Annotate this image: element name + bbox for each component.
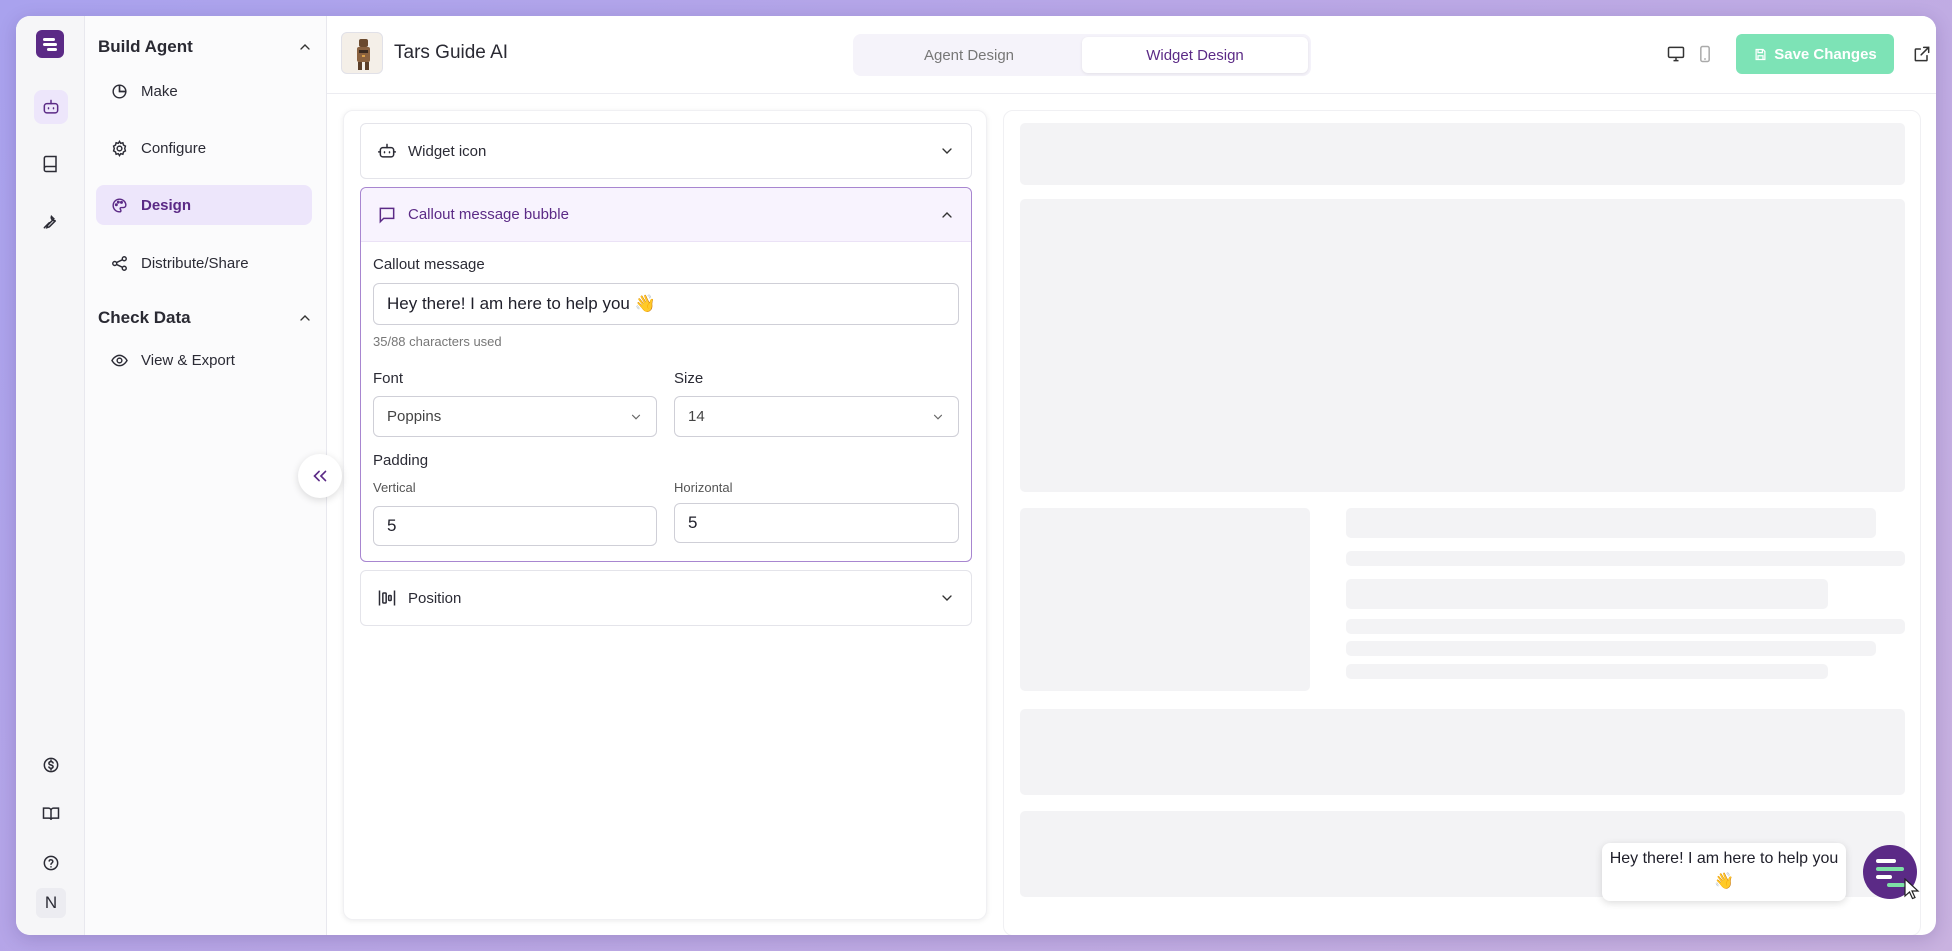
gear-icon — [112, 139, 127, 157]
accordion-position[interactable]: Position — [360, 570, 972, 626]
callout-bubble-preview[interactable]: Hey there! I am here to help you 👋 — [1602, 843, 1846, 901]
design-tabs: Agent Design Widget Design — [853, 34, 1311, 76]
app-logo-icon[interactable] — [36, 30, 64, 58]
accordion-header[interactable]: Position — [361, 571, 971, 625]
wrench-icon[interactable] — [34, 204, 68, 238]
desktop-icon[interactable] — [1666, 44, 1686, 64]
size-select[interactable]: 14 — [674, 396, 959, 437]
sidebar-item-design[interactable]: Design — [96, 185, 312, 225]
top-bar: Tars Guide AI Agent Design Widget Design… — [327, 16, 1936, 94]
bot-icon[interactable] — [34, 90, 68, 124]
font-select[interactable]: Poppins — [373, 396, 657, 437]
bot-icon — [377, 143, 397, 158]
chevron-down-icon — [942, 148, 952, 154]
sidebar-item-view-export[interactable]: View & Export — [96, 340, 312, 380]
app-window: N Build Agent Make Configure Design Dist… — [16, 16, 1936, 935]
callout-message-label: Callout message — [373, 256, 485, 273]
align-position-icon — [378, 590, 396, 606]
callout-message-input[interactable]: Hey there! I am here to help you 👋 — [373, 283, 959, 325]
chevron-down-icon — [631, 414, 641, 420]
share-icon — [112, 255, 127, 271]
sidebar-item-make[interactable]: Make — [96, 71, 312, 111]
vertical-padding-input[interactable]: 5 — [373, 506, 657, 546]
eye-icon — [111, 354, 128, 366]
skeleton-line — [1346, 641, 1876, 656]
skeleton-block — [1020, 709, 1905, 795]
skeleton-block — [1020, 508, 1310, 691]
chevron-up-icon — [942, 211, 952, 218]
skeleton-block — [1020, 199, 1905, 492]
chevron-up-icon — [300, 44, 310, 50]
skeleton-line — [1346, 664, 1828, 679]
mouse-cursor-icon — [1904, 878, 1920, 900]
agent-name: Tars Guide AI — [394, 42, 509, 63]
save-icon — [1755, 48, 1766, 60]
book-icon[interactable] — [34, 147, 68, 181]
accordion-callout-bubble: Callout message bubble Callout message H… — [360, 187, 972, 562]
external-link-icon[interactable] — [1912, 44, 1932, 64]
help-icon[interactable] — [34, 846, 68, 880]
accordion-header[interactable]: Callout message bubble — [361, 188, 971, 242]
skeleton-line — [1346, 579, 1828, 609]
collapse-sidebar-button[interactable] — [298, 454, 342, 498]
horizontal-label: Horizontal — [674, 480, 733, 495]
skeleton-line — [1346, 619, 1905, 634]
sidebar-item-distribute[interactable]: Distribute/Share — [96, 243, 312, 283]
accordion-header[interactable]: Widget icon — [361, 124, 971, 178]
pie-chart-icon — [112, 83, 127, 99]
tab-agent-design[interactable]: Agent Design — [856, 37, 1082, 73]
icon-rail: N — [16, 16, 85, 935]
vertical-label: Vertical — [373, 480, 416, 495]
padding-label: Padding — [373, 452, 429, 469]
widget-preview — [1003, 110, 1921, 935]
message-square-icon — [379, 207, 395, 223]
char-count: 35/88 characters used — [373, 334, 502, 349]
chevron-up-icon — [300, 315, 310, 321]
build-sidebar: Build Agent Make Configure Design Distri… — [85, 16, 327, 935]
horizontal-padding-input[interactable]: 5 — [674, 503, 959, 543]
skeleton-block — [1020, 123, 1905, 185]
agent-avatar — [341, 32, 383, 74]
widget-settings-panel: Widget icon Callout message bubble Callo… — [343, 110, 987, 920]
double-chevron-left-icon — [313, 470, 327, 482]
font-label: Font — [373, 370, 404, 387]
size-label: Size — [674, 370, 704, 387]
skeleton-line — [1346, 551, 1905, 566]
docs-book-icon[interactable] — [34, 797, 68, 831]
skeleton-line — [1346, 508, 1876, 538]
billing-icon[interactable] — [34, 748, 68, 782]
user-avatar[interactable]: N — [36, 888, 66, 918]
accordion-widget-icon[interactable]: Widget icon — [360, 123, 972, 179]
save-changes-button[interactable]: Save Changes — [1736, 34, 1894, 74]
chevron-down-icon — [942, 595, 952, 601]
mobile-icon[interactable] — [1695, 44, 1715, 64]
section-check-data[interactable]: Check Data — [98, 308, 313, 328]
chevron-down-icon — [933, 414, 943, 420]
tab-widget-design[interactable]: Widget Design — [1082, 37, 1308, 73]
sidebar-item-configure[interactable]: Configure — [96, 128, 312, 168]
section-build-agent[interactable]: Build Agent — [98, 37, 313, 57]
palette-icon — [112, 197, 127, 213]
